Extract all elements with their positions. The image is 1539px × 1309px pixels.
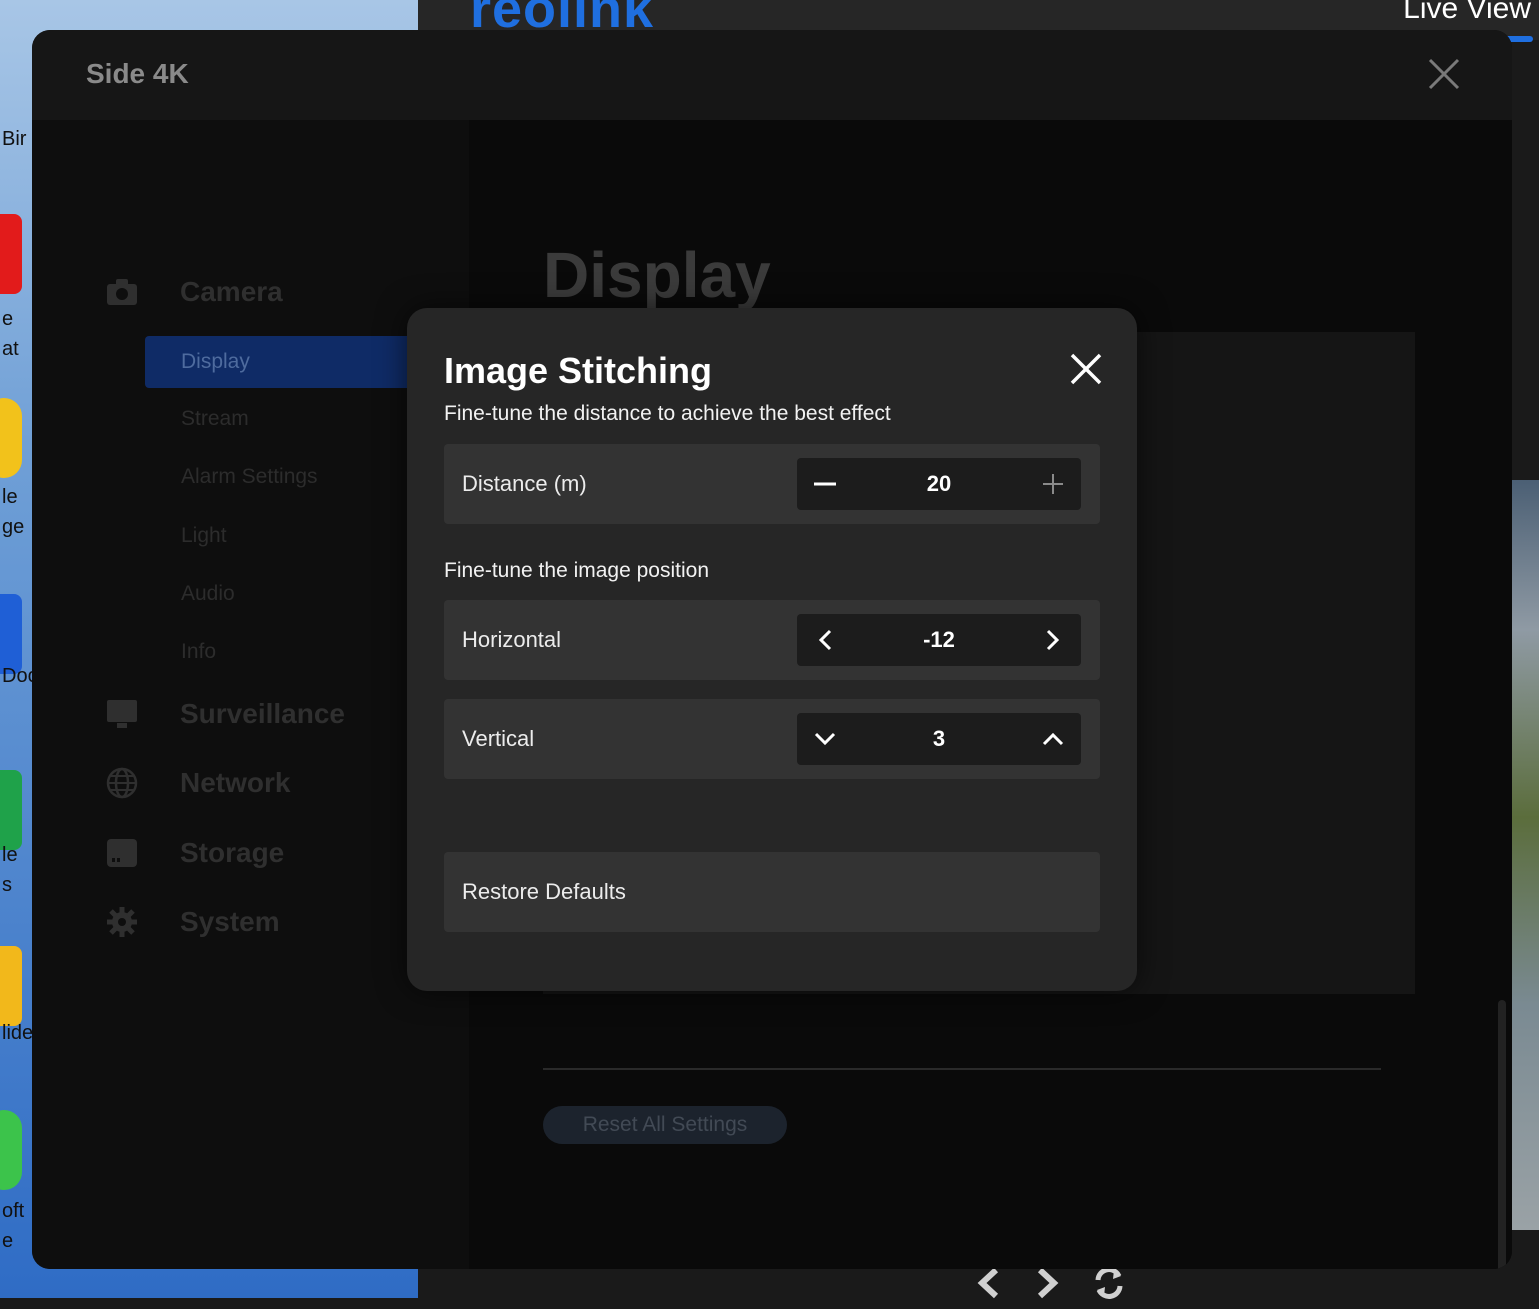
desktop-label: oft (2, 1200, 25, 1222)
horizontal-value[interactable]: -12 (853, 614, 1025, 666)
distance-stepper: 20 (797, 458, 1081, 510)
live-video-preview (1512, 480, 1539, 1230)
refresh-icon[interactable] (1092, 1266, 1126, 1309)
desktop-label: le (2, 844, 18, 866)
decrease-distance-button[interactable] (797, 458, 853, 510)
desktop-app-icon[interactable] (0, 594, 22, 674)
vertical-row: Vertical 3 (444, 699, 1100, 779)
prev-icon[interactable] (974, 1266, 1004, 1309)
restore-defaults-label: Restore Defaults (462, 879, 626, 904)
chevron-left-icon (818, 629, 832, 651)
next-icon[interactable] (1032, 1266, 1062, 1309)
globe-icon (106, 767, 138, 799)
close-dialog-button[interactable] (1069, 352, 1103, 386)
sidebar-section-system[interactable]: System (106, 906, 280, 938)
move-down-button[interactable] (797, 713, 853, 765)
desktop-label: ge (2, 516, 25, 538)
sidebar-section-label: System (180, 906, 280, 937)
sidebar-section-surveillance[interactable]: Surveillance (106, 698, 345, 730)
monitor-icon (106, 698, 138, 730)
reset-all-settings-button[interactable]: Reset All Settings (543, 1106, 787, 1144)
sidebar-section-label: Camera (180, 276, 283, 307)
close-icon (1428, 58, 1460, 90)
live-view-tab[interactable]: Live View (1403, 0, 1531, 26)
plus-icon (1043, 474, 1063, 494)
sidebar-item-display[interactable]: Display (145, 336, 435, 388)
desktop-label: le (2, 486, 18, 508)
desktop-label: s (2, 874, 12, 896)
content-scrollbar[interactable] (1498, 1000, 1506, 1269)
chevron-up-icon (1042, 732, 1064, 746)
sidebar-section-label: Surveillance (180, 698, 345, 729)
distance-label: Distance (m) (462, 471, 587, 496)
gear-icon (106, 906, 138, 938)
sidebar-item-stream[interactable]: Stream (181, 407, 249, 431)
desktop-app-icon[interactable] (0, 398, 22, 478)
minus-icon (814, 482, 836, 486)
settings-header: Side 4K (32, 30, 1512, 120)
desktop-label: lide (2, 1022, 34, 1044)
vertical-label: Vertical (462, 726, 535, 751)
move-up-button[interactable] (1025, 713, 1081, 765)
sidebar-item-alarm-settings[interactable]: Alarm Settings (181, 465, 318, 489)
distance-hint: Fine-tune the distance to achieve the be… (444, 402, 891, 425)
restore-defaults-button[interactable]: Restore Defaults (444, 852, 1100, 932)
desktop-app-icon[interactable] (0, 946, 22, 1026)
move-left-button[interactable] (797, 614, 853, 666)
dialog-title: Image Stitching (444, 350, 713, 391)
sidebar-section-camera[interactable]: Camera (106, 276, 283, 308)
camera-icon (106, 276, 138, 308)
page-title: Display (543, 239, 771, 311)
close-icon (1070, 353, 1102, 385)
horizontal-row: Horizontal -12 (444, 600, 1100, 680)
vertical-stepper: 3 (797, 713, 1081, 765)
sidebar-item-info[interactable]: Info (181, 640, 216, 664)
desktop-label: Bir (2, 128, 27, 150)
move-right-button[interactable] (1025, 614, 1081, 666)
chevron-right-icon (1046, 629, 1060, 651)
desktop-label: at (2, 338, 19, 360)
content-divider (543, 1068, 1381, 1070)
sidebar-section-label: Network (180, 767, 291, 798)
horizontal-stepper: -12 (797, 614, 1081, 666)
sidebar-section-storage[interactable]: Storage (106, 837, 284, 869)
close-settings-button[interactable] (1426, 56, 1462, 92)
desktop-app-icon[interactable] (0, 214, 22, 294)
storage-icon (106, 837, 138, 869)
distance-row: Distance (m) 20 (444, 444, 1100, 524)
desktop-app-icon[interactable] (0, 770, 22, 850)
reset-all-label: Reset All Settings (582, 1113, 748, 1136)
sidebar-section-network[interactable]: Network (106, 767, 290, 799)
desktop-app-icon[interactable] (0, 1110, 22, 1190)
chevron-down-icon (814, 732, 836, 746)
sidebar-section-label: Storage (180, 837, 285, 868)
settings-sidebar: Camera Display Stream Alarm Settings Lig… (32, 120, 469, 1269)
image-stitching-dialog: Image Stitching Fine-tune the distance t… (407, 308, 1137, 991)
increase-distance-button[interactable] (1025, 458, 1081, 510)
sidebar-item-light[interactable]: Light (181, 524, 227, 548)
horizontal-label: Horizontal (462, 627, 562, 652)
vertical-value[interactable]: 3 (853, 713, 1025, 765)
position-hint: Fine-tune the image position (444, 559, 709, 582)
desktop-label: e (2, 308, 14, 330)
sidebar-item-label: Display (181, 350, 250, 373)
sidebar-item-audio[interactable]: Audio (181, 582, 235, 606)
desktop-label: e (2, 1230, 14, 1252)
device-title: Side 4K (86, 58, 189, 89)
distance-value[interactable]: 20 (853, 458, 1025, 510)
